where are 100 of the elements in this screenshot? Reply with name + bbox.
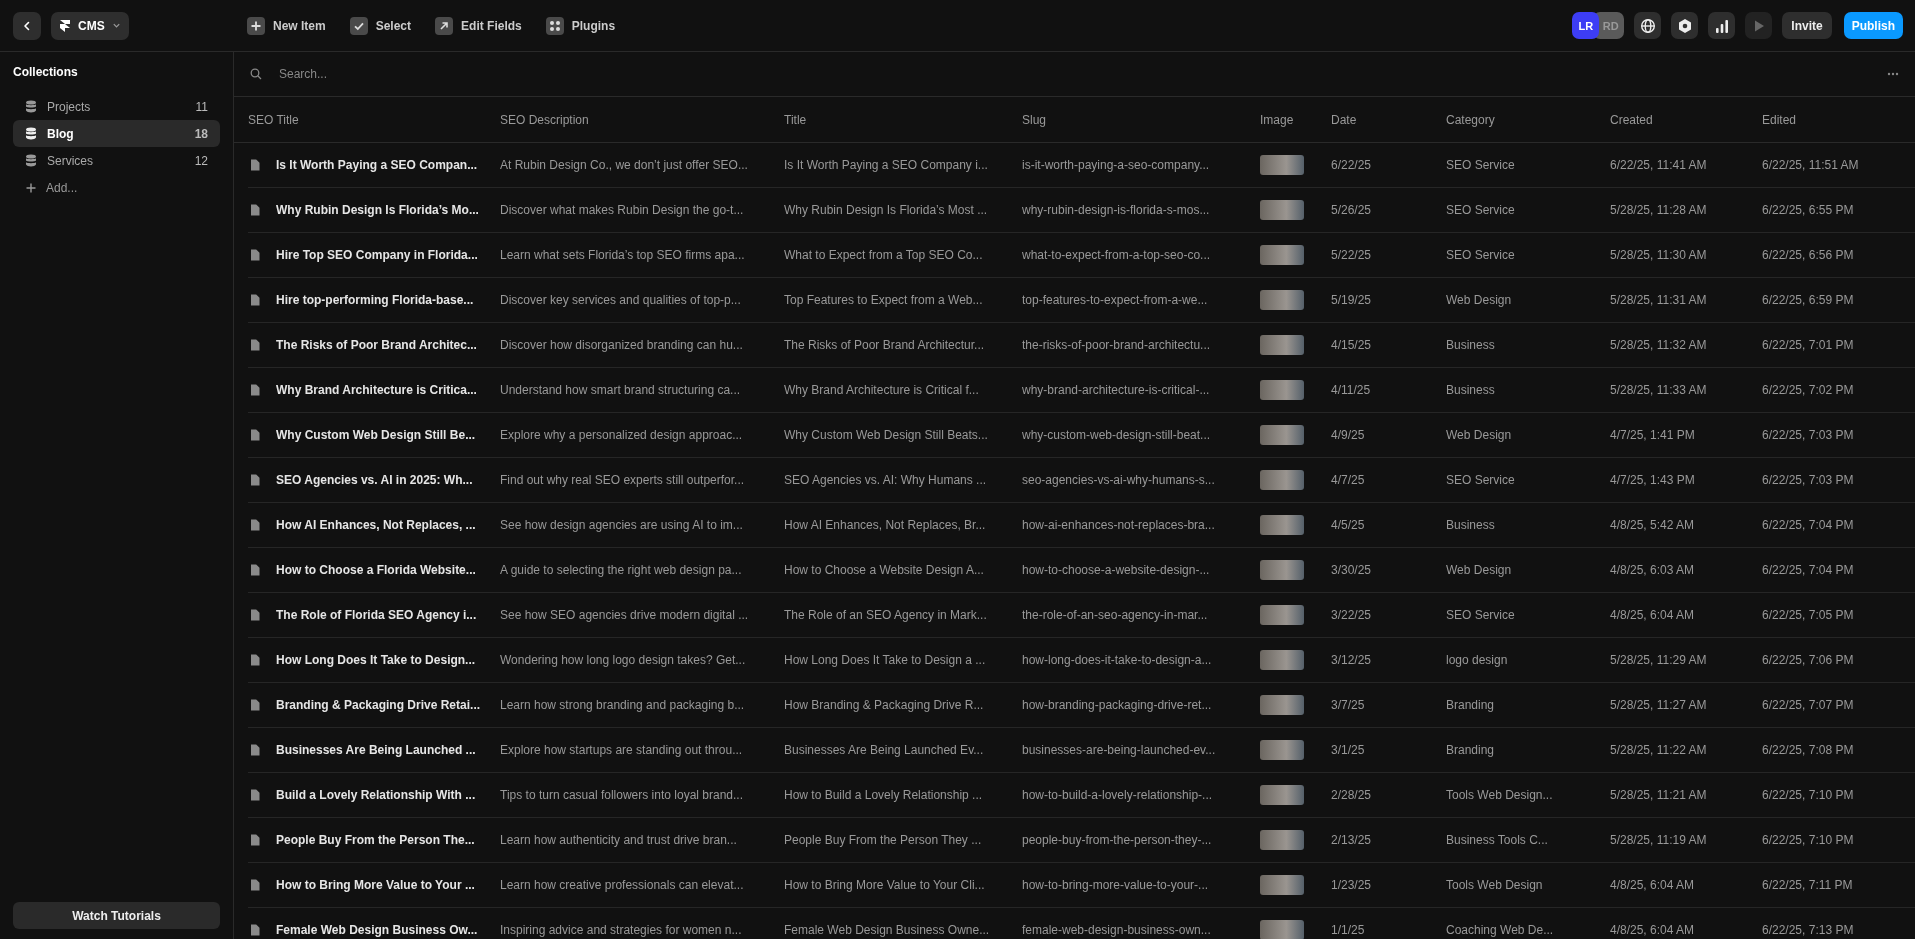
table-cell-text: SEO Agencies vs. AI: Why Humans ... bbox=[784, 473, 988, 487]
collection-item[interactable]: Projects 11 bbox=[13, 93, 220, 120]
table-cell-text: Discover what makes Rubin Design the go-t... bbox=[500, 203, 745, 217]
plugins-button[interactable]: Plugins bbox=[545, 16, 616, 35]
table-cell-text: SEO Service bbox=[1446, 248, 1516, 262]
globe-button[interactable] bbox=[1634, 12, 1662, 39]
table-cell-text: 5/19/25 bbox=[1331, 293, 1373, 307]
document-icon bbox=[250, 879, 260, 891]
bar-chart-icon bbox=[1713, 17, 1730, 34]
table-cell-text: how-ai-enhances-not-replaces-bra... bbox=[1022, 518, 1216, 532]
photo-placeholder bbox=[1260, 245, 1304, 265]
table-cell-text: Understand how smart brand structuring ca... bbox=[500, 383, 742, 397]
add-collection-link[interactable]: Add... bbox=[13, 174, 220, 201]
table-cell-text: 2/28/25 bbox=[1331, 788, 1373, 802]
table-cell-text: Learn what sets Florida’s top SEO firms apa... bbox=[500, 248, 746, 262]
table-cell-text: 5/26/25 bbox=[1331, 203, 1373, 217]
table-cell-text: 3/30/25 bbox=[1331, 563, 1373, 577]
table-cell-text: the-role-of-an-seo-agency-in-mar... bbox=[1022, 608, 1209, 622]
table-cell-text: 6/22/25, 7:04 PM bbox=[1762, 518, 1855, 532]
table-cell-text: 4/15/25 bbox=[1331, 338, 1373, 352]
collection-item[interactable]: Services 12 bbox=[13, 147, 220, 174]
column-header[interactable]: Edited bbox=[1762, 112, 1915, 127]
table-cell-text: 5/28/25, 11:22 AM bbox=[1610, 743, 1708, 757]
table-cell-text: How Branding & Packaging Drive R... bbox=[784, 698, 985, 712]
table-cell-text: 6/22/25, 7:11 PM bbox=[1762, 878, 1854, 892]
table-cell: Why Rubin Design Is Florida’s Mo... bbox=[276, 203, 479, 217]
photo-placeholder bbox=[1260, 650, 1304, 670]
arrow-up-right-icon bbox=[435, 16, 454, 35]
column-header[interactable]: Image bbox=[1260, 112, 1331, 127]
more-icon[interactable] bbox=[1887, 72, 1899, 76]
grid-icon bbox=[545, 16, 564, 35]
plus-icon bbox=[26, 182, 36, 193]
column-header[interactable]: Slug bbox=[1022, 112, 1260, 127]
photo-placeholder bbox=[1260, 155, 1304, 175]
column-header[interactable]: SEO Title bbox=[248, 112, 500, 127]
settings-button[interactable] bbox=[1671, 12, 1699, 39]
document-icon bbox=[250, 429, 260, 441]
watch-tutorials-button[interactable]: Watch Tutorials bbox=[13, 902, 220, 929]
new-item-button[interactable]: New Item bbox=[247, 16, 326, 35]
column-header[interactable]: SEO Description bbox=[500, 112, 784, 127]
photo-placeholder bbox=[1260, 380, 1304, 400]
checkbox-icon bbox=[349, 16, 368, 35]
table-cell-text: Learn how strong branding and packaging b... bbox=[500, 698, 746, 712]
table-cell-text: 4/9/25 bbox=[1331, 428, 1366, 442]
table-cell-text: How to Build a Lovely Relationship ... bbox=[784, 788, 984, 802]
user-avatar[interactable]: LR bbox=[1572, 12, 1600, 39]
table-cell-text: 4/7/25, 1:43 PM bbox=[1610, 473, 1696, 487]
document-icon bbox=[250, 159, 260, 171]
document-icon bbox=[250, 474, 260, 486]
column-header[interactable]: Date bbox=[1331, 112, 1446, 127]
document-icon bbox=[250, 339, 260, 351]
column-header[interactable]: Title bbox=[784, 112, 1022, 127]
photo-placeholder bbox=[1260, 920, 1304, 939]
document-icon bbox=[250, 564, 260, 576]
back-button[interactable] bbox=[13, 11, 41, 40]
table-cell-text: 4/7/25 bbox=[1331, 473, 1366, 487]
cms-menu-button[interactable]: CMS bbox=[51, 11, 129, 40]
table-cell-text: The Role of an SEO Agency in Mark... bbox=[784, 608, 988, 622]
table-cell-text: 6/22/25, 6:55 PM bbox=[1762, 203, 1855, 217]
table-cell: Why Brand Architecture is Critica... bbox=[276, 383, 477, 397]
table-cell-text: People Buy From the Person They ... bbox=[784, 833, 983, 847]
table-cell-text: 2/13/25 bbox=[1331, 833, 1373, 847]
document-icon bbox=[250, 924, 260, 936]
document-icon bbox=[250, 654, 260, 666]
table-cell-text: Web Design bbox=[1446, 563, 1513, 577]
table-cell-text: See how SEO agencies drive modern digital ... bbox=[500, 608, 750, 622]
table-cell-text: SEO Service bbox=[1446, 158, 1516, 172]
document-icon bbox=[250, 744, 260, 756]
table-cell-text: 6/22/25, 7:08 PM bbox=[1762, 743, 1855, 757]
table-cell-text: Business bbox=[1446, 383, 1496, 397]
search-field[interactable]: Search... bbox=[277, 66, 1887, 82]
table-cell-text: Wondering how long logo design takes? Get... bbox=[500, 653, 747, 667]
column-header[interactable]: Created bbox=[1610, 112, 1762, 127]
table-cell-text: 6/22/25 bbox=[1331, 158, 1373, 172]
table-cell-text: 4/11/25 bbox=[1331, 383, 1372, 397]
plus-icon bbox=[247, 16, 265, 35]
table-cell-text: 5/28/25, 11:32 AM bbox=[1610, 338, 1708, 352]
photo-placeholder bbox=[1260, 740, 1304, 760]
document-icon bbox=[250, 294, 260, 306]
table-cell: How to Bring More Value to Your ... bbox=[276, 878, 475, 892]
select-button[interactable]: Select bbox=[349, 16, 412, 35]
collection-item[interactable]: Blog 18 bbox=[13, 120, 220, 147]
invite-button[interactable]: Invite bbox=[1782, 12, 1832, 39]
table-cell-text: 5/28/25, 11:28 AM bbox=[1610, 203, 1708, 217]
table-cell-text: 6/22/25, 7:13 PM bbox=[1762, 923, 1855, 937]
photo-placeholder bbox=[1260, 515, 1304, 535]
photo-placeholder bbox=[1260, 200, 1304, 220]
analytics-button[interactable] bbox=[1708, 12, 1736, 39]
table-cell-text: 4/7/25, 1:41 PM bbox=[1610, 428, 1696, 442]
photo-placeholder bbox=[1260, 425, 1304, 445]
table-cell-text: Discover how disorganized branding can hu... bbox=[500, 338, 744, 352]
search-icon bbox=[250, 68, 262, 80]
table-cell-text: Learn how authenticity and trust drive bran... bbox=[500, 833, 738, 847]
table-cell-text: Business bbox=[1446, 338, 1496, 352]
table-cell-text: Branding bbox=[1446, 743, 1496, 757]
column-header[interactable]: Category bbox=[1446, 112, 1610, 127]
photo-placeholder bbox=[1260, 290, 1304, 310]
table-cell-text: Top Features to Expect from a Web... bbox=[784, 293, 984, 307]
edit-fields-button[interactable]: Edit Fields bbox=[435, 16, 522, 35]
table-cell-text: Find out why real SEO experts still outperfor... bbox=[500, 473, 746, 487]
